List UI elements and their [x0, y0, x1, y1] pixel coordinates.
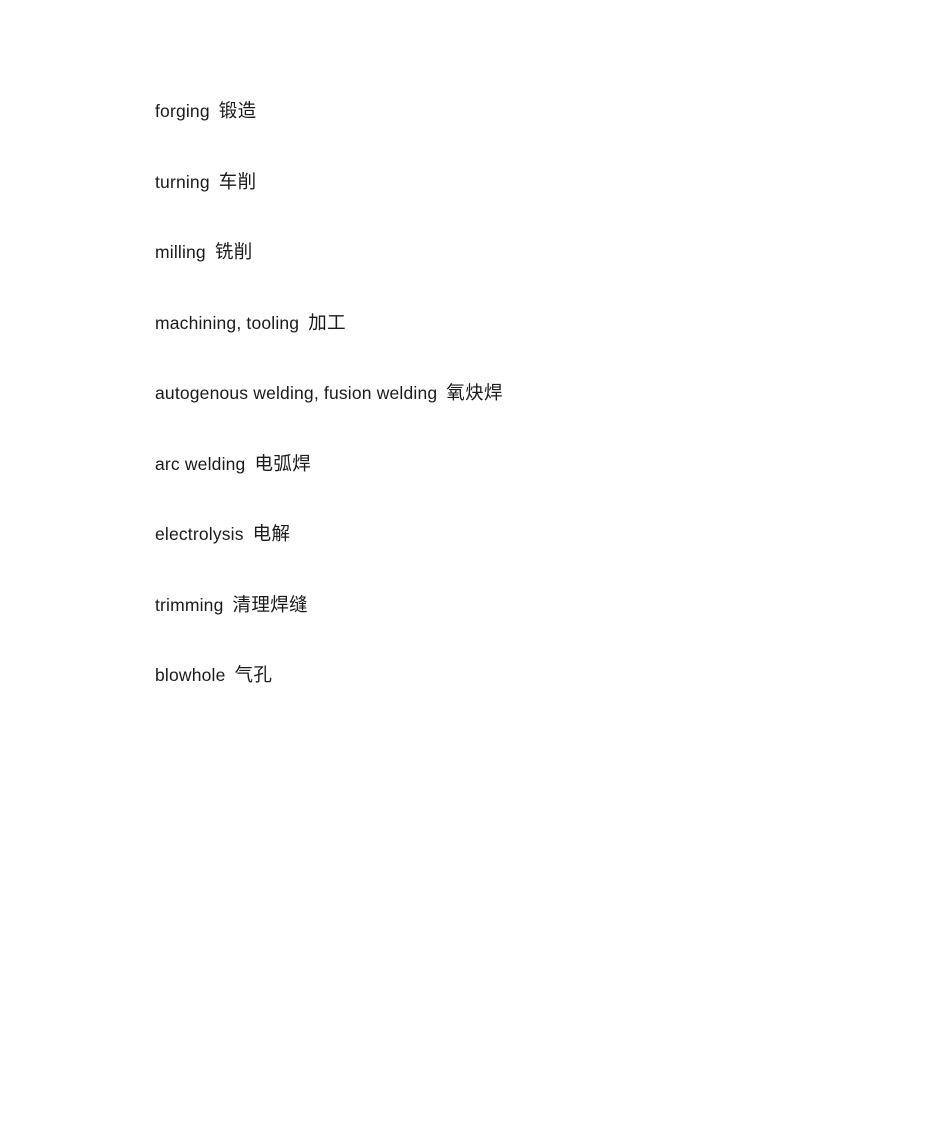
glossary-entry: autogenous welding, fusion welding 氧炔焊: [155, 378, 905, 449]
glossary-gloss: 气孔: [234, 665, 273, 686]
glossary-term: trimming: [155, 594, 224, 615]
glossary-entry: arc welding 电弧焊: [155, 449, 905, 520]
glossary-term: milling: [155, 242, 206, 262]
glossary-entry: turning 车削: [155, 167, 905, 238]
glossary-gloss: 电解: [252, 524, 291, 545]
glossary-entry: machining, tooling 加工: [155, 308, 905, 379]
glossary-gloss: 加工: [308, 312, 346, 334]
glossary-term: blowhole: [155, 665, 226, 685]
glossary-term: autogenous welding, fusion welding: [155, 383, 438, 403]
glossary-term: forging: [155, 101, 210, 121]
document-page: forging 锻造 turning 车削 milling 铣削 machining,…: [0, 0, 945, 1123]
glossary-term: arc welding: [155, 453, 246, 474]
glossary-list: forging 锻造 turning 车削 milling 铣削 machining,…: [155, 96, 905, 731]
glossary-entry: trimming 清理焊缝: [155, 590, 905, 661]
glossary-gloss: 锻造: [218, 101, 257, 122]
glossary-term: turning: [155, 171, 210, 192]
glossary-term: machining, tooling: [155, 312, 300, 333]
glossary-entry: blowhole 气孔: [155, 660, 905, 731]
glossary-gloss: 车削: [218, 171, 257, 193]
glossary-entry: electrolysis 电解: [155, 519, 905, 590]
glossary-entry: milling 铣削: [155, 237, 905, 308]
glossary-entry: forging 锻造: [155, 96, 905, 167]
glossary-gloss: 清理焊缝: [232, 594, 308, 616]
glossary-gloss: 氧炔焊: [446, 383, 503, 404]
glossary-term: electrolysis: [155, 524, 244, 544]
glossary-gloss: 电弧焊: [254, 453, 312, 475]
glossary-gloss: 铣削: [214, 242, 253, 263]
